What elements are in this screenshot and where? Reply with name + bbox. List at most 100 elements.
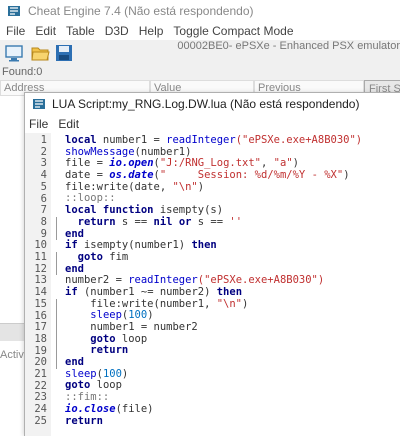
code-token: or (178, 215, 192, 228)
process-name-label: 00002BE0- ePSXe - Enhanced PSX emulator (177, 40, 400, 52)
open-process-icon[interactable] (4, 43, 24, 63)
results-splitter[interactable] (0, 323, 26, 341)
save-icon[interactable] (54, 43, 74, 63)
open-file-icon[interactable] (30, 43, 50, 63)
code-token: (number1) (134, 145, 192, 158)
code-token: date = (65, 169, 110, 182)
line-number: 5 (40, 180, 47, 193)
lua-menu-file[interactable]: File (29, 117, 48, 131)
line-number: 21 (34, 368, 47, 380)
lua-window-title: LUA Script:my_RNG.Log.DW.lua (Não está r… (52, 97, 360, 111)
lua-menubar: File Edit (25, 115, 400, 133)
code-token: goto (65, 379, 91, 392)
code-token: number2 = (65, 274, 129, 287)
menu-help[interactable]: Help (139, 24, 164, 38)
code-token: ::loop:: (65, 192, 116, 205)
fold-guide (56, 252, 57, 276)
code-token: '' (229, 215, 243, 228)
code-token: return (65, 344, 129, 357)
code-token: ("ePSXe.exe+A8B030") (197, 274, 325, 287)
code-token: readInteger (166, 134, 236, 146)
code-token: (file) (115, 402, 154, 415)
code-token: fim (102, 250, 129, 263)
code-token: file:write(number1, (65, 297, 217, 310)
menu-d3d[interactable]: D3D (105, 24, 129, 38)
code-token: end (65, 227, 84, 240)
code-line: return (65, 345, 362, 357)
fold-guide (56, 298, 57, 369)
menu-toggle-compact[interactable]: Toggle Compact Mode (173, 24, 293, 38)
main-window-titlebar[interactable]: Cheat Engine 7.4 (Não está respondendo) (0, 0, 400, 22)
code-token: file = (65, 157, 110, 170)
code-token: then (191, 239, 217, 252)
code-token: ) (292, 157, 299, 170)
code-token: 100 (102, 367, 122, 380)
main-window-title: Cheat Engine 7.4 (Não está respondendo) (28, 4, 254, 18)
code-token: (number1 ~= number2) (77, 285, 217, 298)
code-token: ) (121, 367, 129, 380)
code-token: 100 (128, 309, 148, 322)
code-token: readInteger (128, 274, 198, 287)
code-token: ) (197, 180, 205, 193)
code-token: end (65, 356, 84, 369)
code-token: return (65, 414, 103, 427)
cheat-engine-logo-icon (33, 99, 45, 109)
lua-window-titlebar[interactable]: LUA Script:my_RNG.Log.DW.lua (Não está r… (25, 93, 400, 115)
menu-edit[interactable]: Edit (35, 24, 56, 38)
code-token: ) (147, 309, 154, 322)
fold-margin (51, 133, 63, 436)
code-editor[interactable]: 1 2 3 4 5 6 7 8 9 10 11 12 13 14 15 16 17 18 19 20 21 22 23 24 2… (25, 133, 400, 436)
code-line: io.close(file) (65, 402, 362, 416)
code-token: number1 = (96, 134, 167, 146)
code-token: goto (65, 250, 103, 263)
cheat-engine-logo-icon (8, 6, 20, 16)
scan-results-list[interactable] (0, 96, 26, 436)
code-token: ::fim:: (65, 391, 110, 404)
found-count: Found:0 (2, 66, 43, 78)
lua-menu-edit[interactable]: Edit (58, 117, 79, 131)
code-line: goto loop (65, 380, 362, 392)
code-token: local function (65, 204, 154, 217)
code-token: loop (115, 332, 148, 345)
code-token: s == (191, 215, 230, 228)
code-token: "\n" (216, 297, 243, 310)
code-token: file:write(date, (65, 180, 173, 193)
code-token: " Session: %d/%m/%Y - %X" (159, 169, 344, 182)
line-number: 1 (40, 134, 47, 146)
code-token: ("ePSXe.exe+A8B030") (235, 134, 363, 146)
line-number: 15 (34, 297, 47, 310)
code-line: goto fim (65, 250, 362, 264)
code-token: return (65, 215, 116, 228)
code-token: isempty(number1) (77, 239, 192, 252)
code-token: os.date (109, 169, 154, 182)
code-line: return s == nil or s == '' (65, 215, 362, 229)
code-token: loop (90, 379, 122, 392)
active-column-label: Activ (0, 349, 24, 361)
main-menubar: File Edit Table D3D Help Toggle Compact … (0, 22, 400, 40)
code-token: io.close (65, 402, 116, 415)
line-number: 8 (40, 215, 47, 228)
code-token: sleep (90, 309, 122, 322)
code-token: nil (153, 215, 173, 228)
code-token: s == (115, 215, 154, 228)
lua-script-window: LUA Script:my_RNG.Log.DW.lua (Não está r… (24, 92, 400, 436)
code-token: , (261, 157, 274, 170)
code-token: goto (65, 332, 116, 345)
menu-table[interactable]: Table (66, 24, 95, 38)
line-number: 25 (34, 414, 47, 427)
menu-file[interactable]: File (6, 24, 25, 38)
code-token: local (65, 134, 97, 146)
code-token: then (216, 285, 243, 298)
code-token: "a" (273, 157, 293, 170)
code-text[interactable]: local number1 = readInteger("ePSXe.exe+A… (65, 134, 363, 427)
code-token: number1 = number2 (65, 321, 198, 333)
code-token: "J:/RNG_Log.txt" (159, 157, 262, 170)
code-token: io.open (109, 157, 154, 170)
code-token: ) (343, 169, 350, 182)
code-token: "\n" (172, 180, 198, 193)
line-number: 18 (34, 332, 47, 345)
fold-guide (56, 216, 57, 241)
code-token: sleep (65, 367, 97, 380)
line-number: 11 (34, 251, 47, 263)
code-token: showMessage (65, 145, 135, 158)
